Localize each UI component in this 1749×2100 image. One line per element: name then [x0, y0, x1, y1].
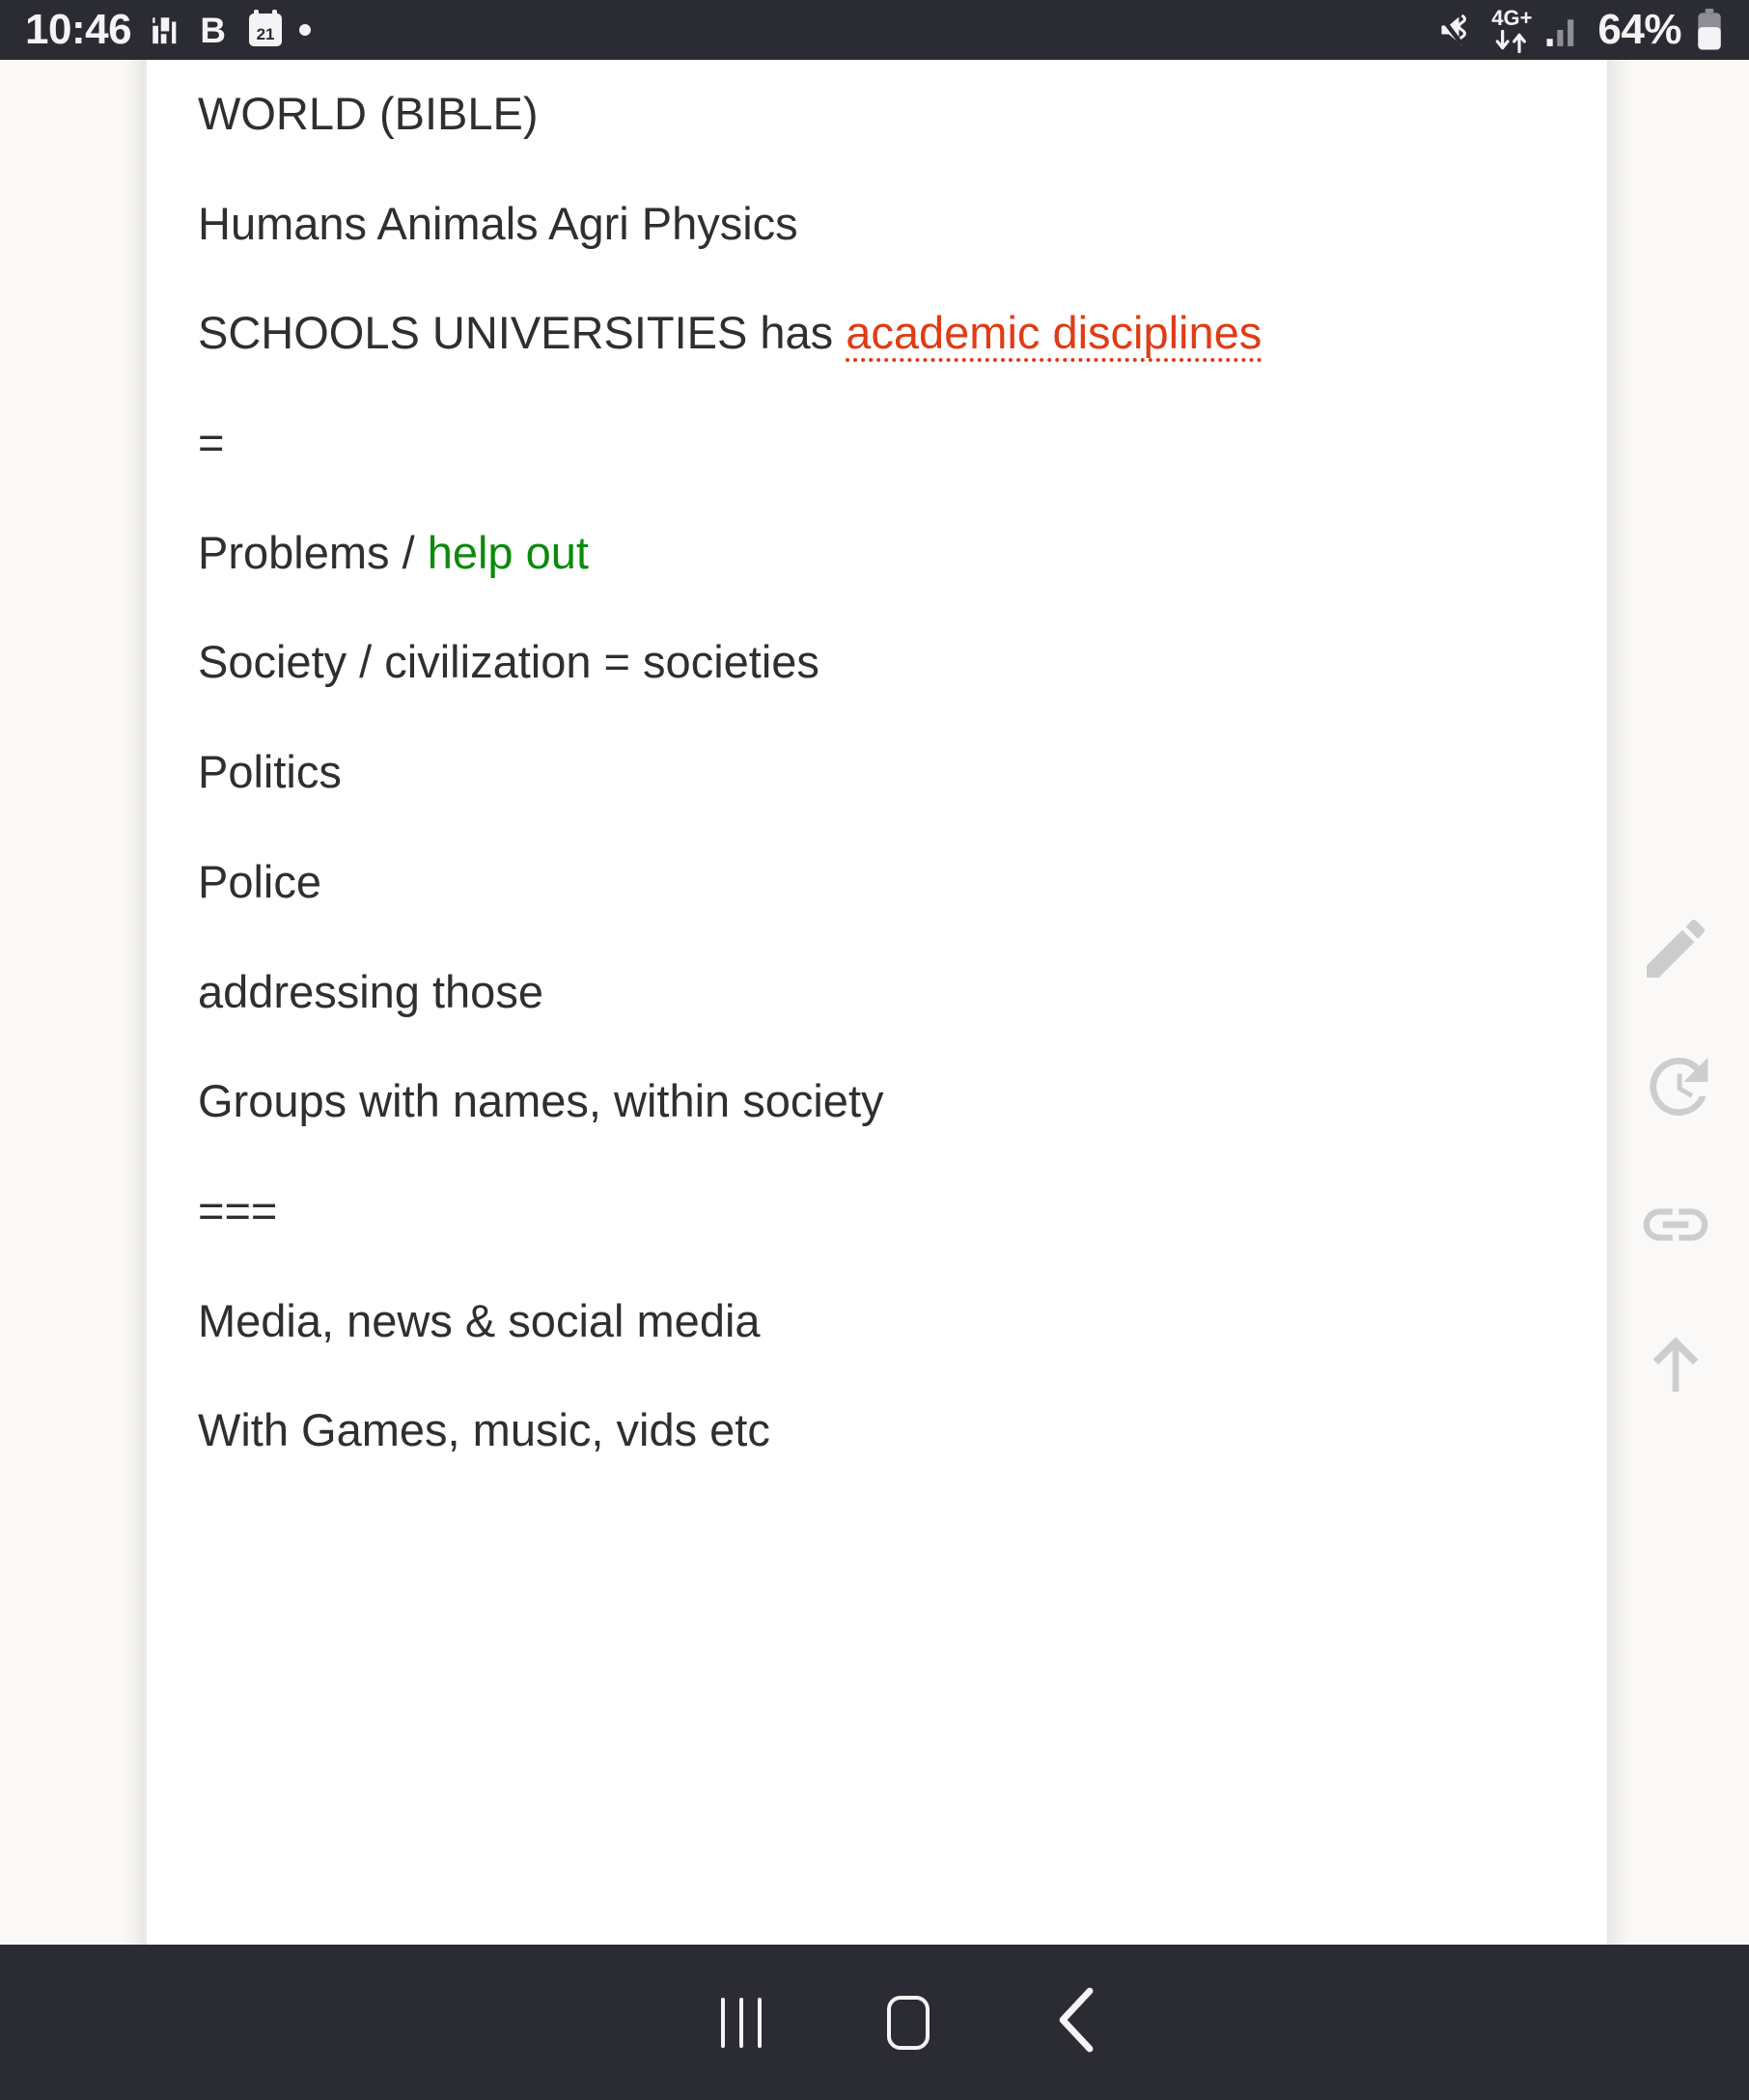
status-bar-right: 4G+ 64% [1437, 5, 1724, 53]
note-line-games[interactable]: With Games, music, vids etc [198, 1405, 1569, 1455]
note-line-schools[interactable]: SCHOOLS UNIVERSITIES has academic discip… [198, 308, 1569, 358]
note-line-problems-prefix: Problems / [198, 526, 428, 578]
green-text-help-out[interactable]: help out [428, 527, 589, 578]
back-chevron-icon [1049, 1985, 1103, 2059]
battery-percent-label: 64% [1597, 6, 1681, 53]
sheet-edge-shadow-left [124, 60, 147, 1945]
system-navigation-bar [0, 1945, 1749, 2100]
note-line-world[interactable]: WORLD (BIBLE) [198, 89, 1569, 139]
recents-icon [721, 1997, 762, 2048]
status-bar: 10:46 B 21 4G+ 64% [0, 0, 1749, 60]
note-line-media[interactable]: Media, news & social media [198, 1295, 1569, 1346]
dot-icon [299, 24, 312, 36]
home-icon [887, 1995, 930, 2050]
note-line-politics[interactable]: Politics [198, 747, 1569, 797]
nav-home-button[interactable] [831, 1945, 986, 2100]
note-content[interactable]: WORLD (BIBLE) Humans Animals Agri Physic… [145, 60, 1607, 1945]
svg-text:B: B [200, 11, 226, 49]
battery-icon [1695, 9, 1724, 51]
note-line-problems[interactable]: Problems / help out [198, 526, 1569, 578]
equalizer-icon [149, 14, 181, 46]
note-line-equals-single[interactable]: = [198, 418, 1569, 468]
nav-recents-button[interactable] [664, 1945, 819, 2100]
note-line-society[interactable]: Society / civilization = societies [198, 637, 1569, 687]
status-bar-clock: 10:46 [25, 6, 132, 53]
signal-bars-icon [1545, 12, 1584, 48]
calendar-icon: 21 [249, 10, 283, 46]
note-line-schools-prefix: SCHOOLS UNIVERSITIES has [198, 307, 847, 359]
data-transfer-icon: 4G+ [1491, 5, 1533, 53]
mute-vibrate-icon [1437, 13, 1478, 47]
nav-back-button[interactable] [999, 1945, 1153, 2100]
edit-pencil-icon[interactable] [1634, 907, 1717, 990]
status-bar-left: 10:46 B 21 [25, 6, 312, 53]
floating-tool-rail [1622, 907, 1730, 1404]
note-line-police[interactable]: Police [198, 857, 1569, 907]
network-type-label: 4G+ [1491, 5, 1533, 30]
bold-b-icon: B [199, 11, 232, 49]
spell-error-academic-disciplines[interactable]: academic disciplines [846, 307, 1262, 358]
phone-screen: 10:46 B 21 4G+ 64% WORLD (BIBLE) Humans … [0, 0, 1749, 2100]
scroll-top-arrow-icon[interactable] [1634, 1321, 1717, 1404]
note-line-addressing[interactable]: addressing those [198, 966, 1569, 1017]
calendar-day: 21 [256, 25, 275, 43]
link-icon[interactable] [1634, 1183, 1717, 1266]
history-icon[interactable] [1634, 1045, 1717, 1128]
note-line-humans[interactable]: Humans Animals Agri Physics [198, 198, 1569, 249]
note-line-equals-triple[interactable]: === [198, 1186, 1569, 1236]
note-line-groups[interactable]: Groups with names, within society [198, 1076, 1569, 1126]
